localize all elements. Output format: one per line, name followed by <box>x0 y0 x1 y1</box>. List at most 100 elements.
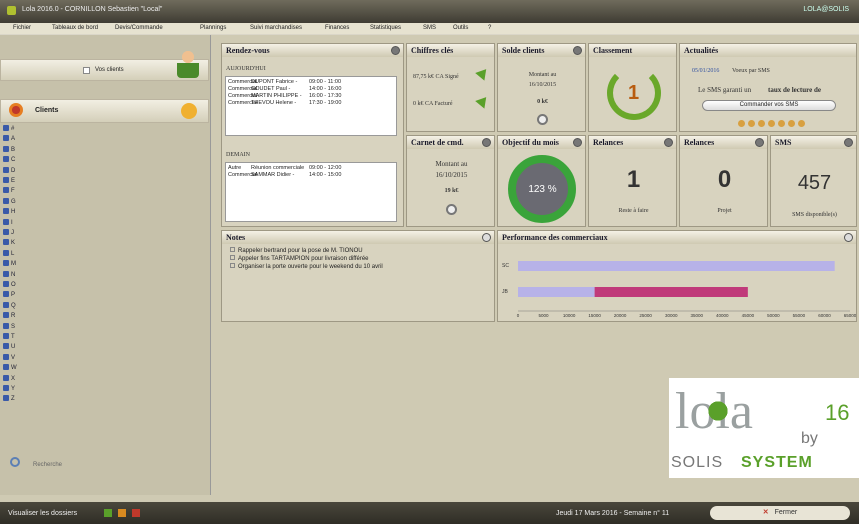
rdv-row[interactable]: Commercial MARTIN PHILIPPE -16:00 - 17:30 <box>228 93 394 100</box>
logo-brand: SOLIS <box>671 454 724 471</box>
alpha-letter-11[interactable]: K <box>3 239 15 246</box>
rdv-row[interactable]: Commercial THEVOU Helene -17:30 - 19:00 <box>228 100 394 107</box>
alpha-letter-25[interactable]: Y <box>3 385 15 392</box>
objectif-panel: Objectif du mois 123 % <box>497 135 586 227</box>
rdv-today-label: AUJOURD'HUI <box>226 66 266 72</box>
solde-settings-icon[interactable] <box>573 46 582 55</box>
rdv-row[interactable]: Autre Réunion commerciale 09:00 - 12:00 <box>228 165 394 172</box>
refresh-icon[interactable] <box>446 204 457 215</box>
tick-label: 15000 <box>588 313 601 318</box>
alpha-letter-9[interactable]: I <box>3 218 13 226</box>
menu-devis[interactable]: Devis/Commande <box>115 25 163 31</box>
commander-sms-button[interactable]: Commander vos SMS <box>702 100 836 111</box>
clover-icon <box>703 396 733 426</box>
up-arrow-icon <box>475 93 491 109</box>
carnet-value: 19 k€ <box>444 188 459 194</box>
relances-settings-icon[interactable] <box>664 138 673 147</box>
perf-settings-icon[interactable] <box>844 233 853 242</box>
up-arrow-icon <box>475 65 491 81</box>
menu-suivi[interactable]: Suivi marchandises <box>250 25 302 31</box>
menu-sms[interactable]: SMS <box>423 25 436 31</box>
folder-orange-icon[interactable] <box>118 509 126 517</box>
alpha-letter-10[interactable]: J <box>3 229 14 236</box>
rdv-row[interactable]: Commercial GOUDET Paul -14:00 - 16:00 <box>228 86 394 93</box>
alpha-letter-24[interactable]: X <box>3 374 15 382</box>
rdv-row[interactable]: Commercial SAMMAR Didier -14:00 - 15:00 <box>228 172 394 179</box>
add-note-icon[interactable] <box>482 233 491 242</box>
alpha-letter-21[interactable]: U <box>3 343 15 350</box>
menu-outils[interactable]: Outils <box>453 25 468 31</box>
pager-dots[interactable] <box>738 120 808 129</box>
alpha-letter-16[interactable]: P <box>3 291 15 298</box>
alpha-letter-20[interactable]: T <box>3 333 15 340</box>
alpha-letter-17[interactable]: Q <box>3 301 16 309</box>
alpha-letter-14[interactable]: N <box>3 270 15 278</box>
category-label: SC <box>502 263 509 269</box>
alpha-letter-12[interactable]: L <box>3 249 14 257</box>
solde-panel: Solde clients Montant au 16/10/2015 0 k€ <box>497 43 586 132</box>
menu-tableaux[interactable]: Tableaux de bord <box>52 25 98 31</box>
carnet-title: Carnet de cmd. <box>407 136 494 149</box>
note-item[interactable]: Organiser la porte ouverte pour le weeke… <box>230 263 383 270</box>
chiffres-signed: 87,75 k€ CA Signé <box>413 74 459 80</box>
folder-green-icon[interactable] <box>104 509 112 517</box>
sms-title: SMS <box>771 136 856 149</box>
alpha-letter-13[interactable]: M <box>3 260 16 267</box>
chiffres-billed: 0 k€ CA Facturé <box>413 101 453 107</box>
objectif-value: 123 % <box>528 184 557 195</box>
alpha-letter-6[interactable]: F <box>3 187 15 194</box>
alpha-letter-4[interactable]: D <box>3 166 15 174</box>
folder-red-icon[interactable] <box>132 509 140 517</box>
rdv-today-list[interactable]: Commercial DUPONT Fabrice -09:00 - 11:00 C… <box>225 76 397 136</box>
vos-clients-checkbox[interactable] <box>83 67 90 74</box>
relances-projet-settings-icon[interactable] <box>755 138 764 147</box>
alpha-letter-5[interactable]: E <box>3 177 15 184</box>
visualiser-dossiers-button[interactable]: Visualiser les dossiers <box>8 510 77 517</box>
note-item[interactable]: Rappeler bertrand pour la pose de M. TIO… <box>230 247 383 254</box>
category-label: JB <box>502 289 509 295</box>
handshake-icon[interactable] <box>181 103 197 119</box>
rdv-tomorrow-list[interactable]: Autre Réunion commerciale 09:00 - 12:00 Com… <box>225 162 397 222</box>
rdv-row[interactable]: Commercial DUPONT Fabrice -09:00 - 11:00 <box>228 79 394 86</box>
menu-fichier[interactable]: Fichier <box>13 25 31 31</box>
menu-help[interactable]: ? <box>488 25 491 31</box>
alpha-letter-23[interactable]: W <box>3 364 17 371</box>
alpha-letter-22[interactable]: V <box>3 353 15 361</box>
chiffres-title: Chiffres clés <box>407 44 494 57</box>
alpha-letter-7[interactable]: G <box>3 197 16 205</box>
carnet-line1: Montant au <box>435 160 468 168</box>
sms-settings-icon[interactable] <box>844 138 853 147</box>
relances-panel: Relances 1 Reste à faire <box>588 135 677 227</box>
alpha-letter-8[interactable]: H <box>3 208 15 215</box>
search-input[interactable]: Recherche <box>33 462 62 468</box>
carnet-settings-icon[interactable] <box>482 138 491 147</box>
menu-finances[interactable]: Finances <box>325 25 349 31</box>
rdv-title: Rendez-vous <box>222 44 403 57</box>
alpha-letter-1[interactable]: A <box>3 135 15 142</box>
tick-label: 25000 <box>639 313 652 318</box>
menu-stats[interactable]: Statistiques <box>370 25 401 31</box>
alpha-letter-18[interactable]: R <box>3 312 15 319</box>
dashboard: Rendez-vous AUJOURD'HUI Commercial DUPONT… <box>215 38 859 493</box>
vos-clients-label: Vos clients <box>95 67 124 73</box>
note-item[interactable]: Appeler fins TARTAMPION pour livraison d… <box>230 255 383 262</box>
relances-projet-title: Relances <box>680 136 767 149</box>
alpha-letter-3[interactable]: C <box>3 156 15 163</box>
rdv-settings-icon[interactable] <box>391 46 400 55</box>
relances-value: 1 <box>626 166 641 193</box>
search-icon[interactable] <box>10 457 20 467</box>
alpha-letter-2[interactable]: B <box>3 145 15 153</box>
title-bar: Lola 2016.0 - CORNILLON Sebastien "Local… <box>0 0 859 23</box>
refresh-icon[interactable] <box>537 114 548 125</box>
alpha-letter-0[interactable]: # <box>3 125 14 132</box>
alpha-letter-15[interactable]: O <box>3 281 16 288</box>
clients-bar[interactable]: Clients <box>0 99 209 123</box>
fermer-button[interactable]: ✕ Fermer <box>710 506 850 520</box>
menu-plannings[interactable]: Plannings <box>200 25 226 31</box>
alpha-letter-19[interactable]: S <box>3 322 15 330</box>
objectif-settings-icon[interactable] <box>573 138 582 147</box>
perf-panel: Performance des commerciaux SC JB 0 5000 100… <box>497 230 857 322</box>
vos-clients-bar[interactable]: Vos clients <box>0 48 209 81</box>
alpha-letter-26[interactable]: Z <box>3 395 15 402</box>
classement-panel: Classement 1 <box>588 43 677 132</box>
